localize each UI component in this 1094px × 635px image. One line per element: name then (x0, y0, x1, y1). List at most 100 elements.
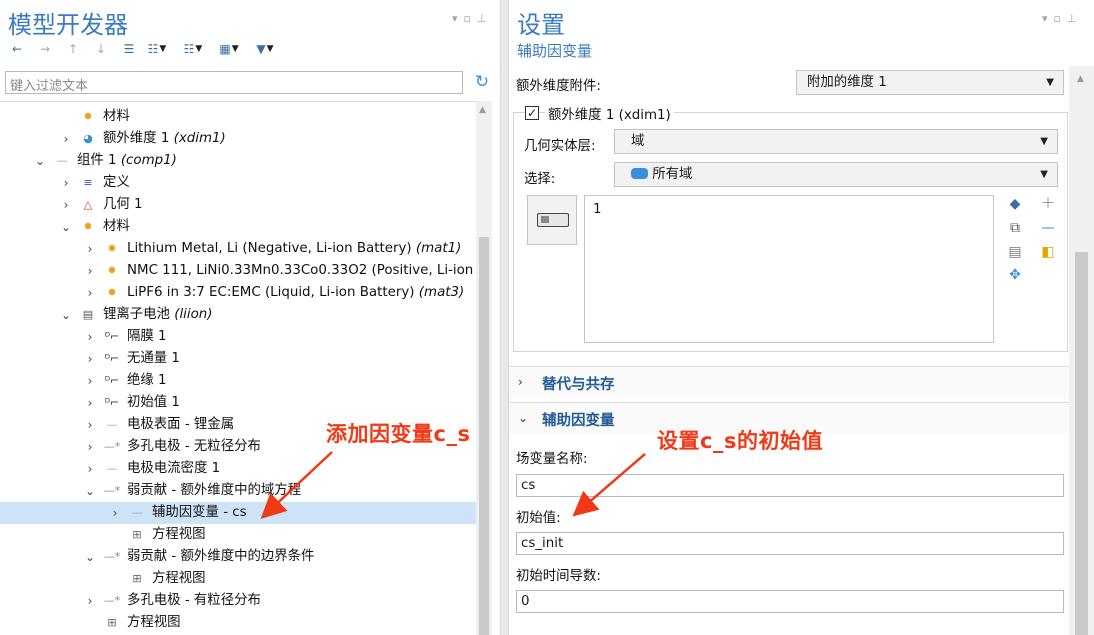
attach-select-value: 附加的维度 1 (807, 75, 887, 90)
geom-level-label: 几何实体层: (524, 139, 596, 154)
expand-icon[interactable]: ☷ ▼ (146, 40, 168, 58)
zoom-selection-icon[interactable]: ✥ (1006, 266, 1024, 284)
minimize-icon[interactable]: ▫ (464, 12, 471, 25)
dropdown-icon[interactable]: ▾ (452, 12, 458, 25)
geom-level-select[interactable]: 域 ▼ (614, 129, 1058, 154)
line-icon: — (131, 506, 143, 519)
tree-row[interactable]: ⌄ —* 弱贡献 - 额外维度中的边界条件 (0, 546, 476, 568)
tree-row[interactable]: › — 电极电流密度 1 (0, 458, 476, 480)
pane-divider[interactable] (500, 0, 509, 635)
tree-row-label: 弱贡献 - 额外维度中的边界条件 (127, 549, 315, 564)
chevron-right-icon[interactable]: › (84, 238, 96, 260)
layout-icon[interactable]: ▦ ▼ (218, 40, 240, 58)
chevron-right-icon[interactable]: › (60, 194, 72, 216)
tree-row[interactable]: › ✹ LiPF6 in 3:7 EC:EMC (Liquid, Li-ion Ba… (0, 282, 476, 304)
section-substitution[interactable]: › 替代与共存 (509, 366, 1069, 398)
tree-row[interactable]: › ✹ Lithium Metal, Li (Negative, Li-ion Ba… (0, 238, 476, 260)
material-icon: ✹ (83, 110, 93, 123)
clipboard-icon[interactable]: ▤ (1006, 243, 1024, 261)
selection-listbox[interactable]: 1 (584, 195, 994, 343)
settings-scrollbar[interactable]: ▲ (1069, 66, 1094, 635)
copy-selection-icon[interactable]: ⧉ (1006, 219, 1024, 237)
chevron-right-icon[interactable]: › (60, 172, 72, 194)
chevron-down-icon[interactable]: ⌄ (60, 216, 72, 238)
line-star-icon: —* (103, 594, 121, 607)
scrollbar-thumb[interactable] (1075, 252, 1088, 635)
chevron-down-icon[interactable]: ⌄ (34, 150, 46, 172)
tree-row[interactable]: ⊞ 方程视图 (0, 524, 476, 546)
tree-row[interactable]: › △ 几何 1 (0, 194, 476, 216)
tree-scrollbar[interactable]: ▲ (476, 101, 492, 635)
selection-select[interactable]: 所有域 ▼ (614, 162, 1058, 187)
remove-icon[interactable]: — (1039, 219, 1057, 237)
geom-level-value: 域 (631, 134, 645, 149)
chevron-right-icon[interactable]: › (109, 502, 121, 524)
chevron-right-icon[interactable]: › (84, 370, 96, 392)
chevron-right-icon[interactable]: › (84, 326, 96, 348)
move-down-icon[interactable]: ↓ (90, 40, 112, 58)
attach-select[interactable]: 附加的维度 1 ▼ (796, 70, 1064, 95)
tree-row-label: NMC 111, LiNi0.33Mn0.33Co0.33O2 (Positiv… (127, 263, 474, 278)
back-arrow-icon[interactable]: ← (6, 40, 28, 58)
chevron-right-icon[interactable]: › (84, 348, 96, 370)
pin-icon[interactable]: ⊥ (1067, 12, 1077, 25)
tree-row[interactable]: › —* 多孔电极 - 有粒径分布 (0, 590, 476, 612)
chevron-right-icon[interactable]: › (84, 436, 96, 458)
initial-value-input[interactable]: cs_init (516, 532, 1064, 555)
selection-label: 选择: (524, 172, 556, 187)
materials-icon: ✹ (83, 220, 93, 233)
tree-row[interactable]: › ✹ NMC 111, LiNi0.33Mn0.33Co0.33O2 (Posit… (0, 260, 476, 282)
show-icon[interactable]: ☰ (118, 40, 140, 58)
xdim-checkbox[interactable]: ✓ (525, 106, 539, 120)
tree-row[interactable]: › — 辅助因变量 - cs (0, 502, 476, 524)
refresh-icon[interactable]: ↻ (472, 72, 492, 92)
tree-row[interactable]: ⌄ —* 弱贡献 - 额外维度中的域方程 (0, 480, 476, 502)
paste-selection-icon[interactable]: ◆ (1006, 195, 1024, 213)
add-icon[interactable]: ＋ (1039, 195, 1057, 213)
tree-row-label: 多孔电极 - 有粒径分布 (127, 593, 261, 608)
scrollbar-thumb[interactable] (479, 237, 489, 635)
chevron-right-icon[interactable]: › (84, 282, 96, 304)
tree-row[interactable]: ✹ 材料 (0, 106, 476, 128)
scroll-up-icon[interactable]: ▲ (479, 105, 486, 115)
tree-row[interactable]: › ᴰ⌐ 初始值 1 (0, 392, 476, 414)
tree-row[interactable]: › ◕ 额外维度 1 (xdim1) (0, 128, 476, 150)
minimize-icon[interactable]: ▫ (1054, 12, 1061, 25)
list-item[interactable]: 1 (593, 202, 985, 217)
dropdown-icon[interactable]: ▾ (1042, 12, 1048, 25)
chevron-right-icon[interactable]: › (84, 260, 96, 282)
tree-row[interactable]: ⊞ 方程视图 (0, 612, 476, 634)
chevron-right-icon[interactable]: › (84, 392, 96, 414)
filter-icon[interactable]: ▼ ▼ (254, 40, 276, 58)
tree-row[interactable]: ⌄ — 组件 1 (comp1) (0, 150, 476, 172)
tree-row[interactable]: › ᴰ⌐ 无通量 1 (0, 348, 476, 370)
field-name-input[interactable]: cs (516, 474, 1064, 497)
tree-row-label: 定义 (103, 175, 130, 190)
tree-row[interactable]: › ᴰ⌐ 隔膜 1 (0, 326, 476, 348)
right-window-controls: ▾ ▫ ⊥ (1042, 12, 1077, 25)
tree-row[interactable]: › ᴰ⌐ 绝缘 1 (0, 370, 476, 392)
chevron-right-icon[interactable]: › (84, 458, 96, 480)
chevron-right-icon[interactable]: › (84, 590, 96, 612)
tree-row[interactable]: › ≡ 定义 (0, 172, 476, 194)
forward-arrow-icon[interactable]: → (34, 40, 56, 58)
tree-row[interactable]: ⌄ ▤ 锂离子电池 (liion) (0, 304, 476, 326)
clear-selection-icon[interactable]: ◧ (1039, 243, 1057, 261)
filter-input[interactable]: 键入过滤文本 (5, 71, 463, 94)
collapse-icon[interactable]: ☷ ▼ (182, 40, 204, 58)
pin-icon[interactable]: ⊥ (477, 12, 487, 25)
tree-row[interactable]: ⊞ 方程视图 (0, 568, 476, 590)
chevron-down-icon[interactable]: ⌄ (60, 304, 72, 326)
annotation-add-variable: 添加因变量c_s (326, 422, 471, 446)
chevron-right-icon[interactable]: › (84, 414, 96, 436)
chevron-right-icon[interactable]: › (60, 128, 72, 150)
tree-row-label: 材料 (103, 109, 130, 124)
active-selection-toggle[interactable] (527, 195, 577, 245)
tree-row[interactable]: ⌄ ✹ 材料 (0, 216, 476, 238)
initial-time-deriv-input[interactable]: 0 (516, 590, 1064, 613)
scroll-up-icon[interactable]: ▲ (1077, 74, 1084, 84)
equation-view-icon: ⊞ (107, 616, 117, 629)
chevron-down-icon[interactable]: ⌄ (84, 546, 96, 568)
move-up-icon[interactable]: ↑ (62, 40, 84, 58)
chevron-down-icon[interactable]: ⌄ (84, 480, 96, 502)
